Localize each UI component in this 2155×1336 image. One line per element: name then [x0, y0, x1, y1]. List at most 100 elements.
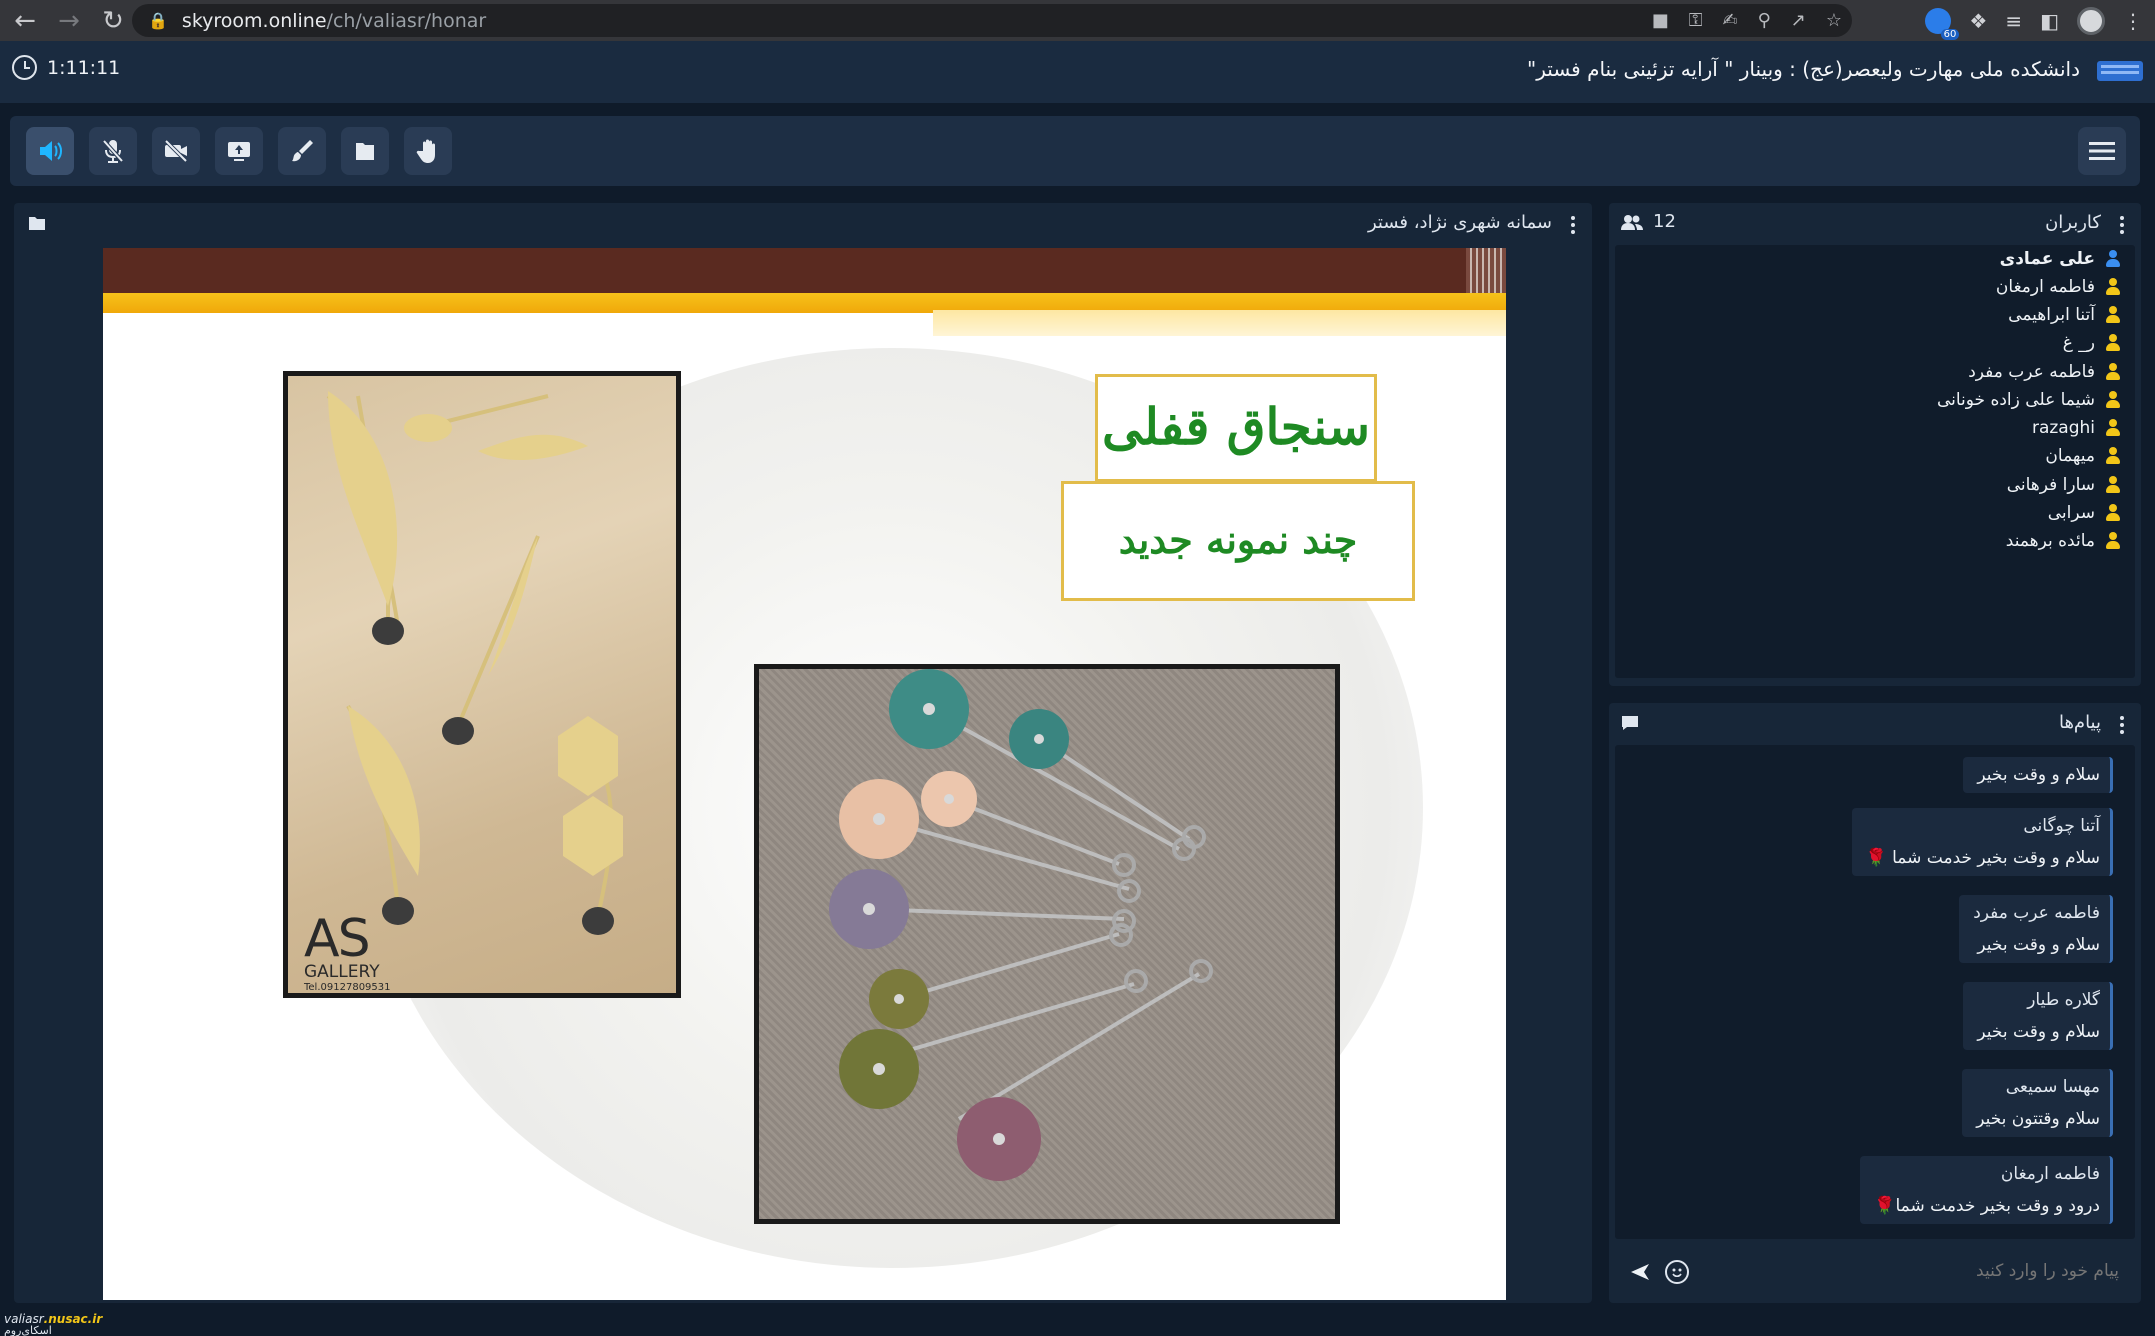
- hamburger-menu-icon: [2089, 142, 2115, 160]
- whiteboard-button[interactable]: [278, 127, 326, 175]
- user-row[interactable]: ر_ غ: [2063, 329, 2121, 357]
- users-panel-title: کاربران: [2045, 212, 2101, 233]
- timer-value: 1:11:11: [47, 56, 121, 79]
- translate-icon[interactable]: ✍: [1722, 10, 1737, 31]
- user-name: علی عمادی: [1999, 249, 2095, 269]
- puzzle-extensions-icon[interactable]: ❖: [1969, 9, 1987, 33]
- slide-light-band: [933, 310, 1506, 336]
- message-text: سلام و وقت بخیر: [1977, 1022, 2100, 1042]
- user-icon: [2105, 532, 2121, 550]
- message-sender: مهسا سمیعی: [2005, 1077, 2100, 1097]
- user-row[interactable]: سرابی: [2048, 499, 2121, 527]
- url-path: /ch/valiasr/honar: [326, 9, 487, 32]
- user-row[interactable]: علی عمادی: [2000, 245, 2121, 273]
- app-header: 1:11:11 دانشکده ملی مهارت ولیعصر(عج) : و…: [0, 41, 2155, 103]
- chat-message: فاطمه عرب مفرد سلام و وقت بخیر: [1959, 895, 2113, 963]
- camera-permission-icon[interactable]: ■: [1652, 10, 1669, 31]
- file-button[interactable]: [341, 127, 389, 175]
- message-sender: گلاره طیار: [2027, 990, 2100, 1010]
- message-sender: آتنا چوگانی: [2023, 816, 2100, 836]
- message-text: سلام و وقت بخیر خدمت شما 🌹: [1865, 848, 2100, 868]
- back-arrow-icon[interactable]: ←: [6, 2, 44, 40]
- message-text: درود و وقت بخیر خدمت شما🌹: [1874, 1196, 2100, 1216]
- raise-hand-icon: [416, 139, 435, 163]
- slide-title: سنجاق قفلی: [1095, 374, 1377, 482]
- reload-icon[interactable]: ↻: [94, 2, 132, 40]
- user-name: مائده برهمند: [2005, 531, 2095, 551]
- user-row[interactable]: razaghi: [2032, 414, 2121, 442]
- footer-brand: valiasr.nusac.ir اسکای‌روم: [4, 1312, 102, 1336]
- mic-off-icon: [102, 139, 124, 163]
- side-panel-icon[interactable]: ◧: [2040, 9, 2059, 33]
- user-row[interactable]: شیما علی زاده خونانی: [1937, 386, 2121, 414]
- user-icon: [2105, 363, 2121, 381]
- users-count: 12: [1621, 211, 1676, 232]
- microphone-button[interactable]: [89, 127, 137, 175]
- url-host: skyroom.online: [181, 9, 327, 32]
- message-input[interactable]: [1719, 1261, 2119, 1281]
- lock-icon: 🔒: [148, 11, 168, 30]
- user-row[interactable]: سارا فرهانی: [2007, 471, 2121, 499]
- user-name: فاطمه عرب مفرد: [1968, 362, 2095, 382]
- user-row[interactable]: فاطمه عرب مفرد: [1968, 358, 2121, 386]
- user-icon: [2105, 391, 2121, 409]
- emoji-icon[interactable]: [1665, 1260, 1689, 1284]
- user-name: سارا فرهانی: [2006, 475, 2095, 495]
- users-group-icon: [1621, 214, 1643, 230]
- presentation-header: سمانه شهری نژاد، فستر: [14, 203, 1592, 245]
- chat-message: آتنا چوگانی سلام و وقت بخیر خدمت شما 🌹: [1851, 808, 2113, 876]
- camera-button[interactable]: [152, 127, 200, 175]
- room-title: دانشکده ملی مهارت ولیعصر(عج) : وبینار " …: [1527, 57, 2080, 81]
- screen-share-icon: [228, 142, 250, 161]
- folder-icon[interactable]: [28, 215, 46, 231]
- user-row[interactable]: آتنا ابراهیمی: [2008, 301, 2121, 329]
- user-icon: [2105, 447, 2121, 465]
- user-icon: [2105, 476, 2121, 494]
- camera-off-icon: [164, 139, 188, 163]
- room-logo-icon: [2097, 61, 2143, 81]
- messages-options-icon[interactable]: [2119, 716, 2125, 734]
- message-text: سلام و وقت بخیر: [1977, 765, 2100, 785]
- browser-menu-icon[interactable]: ⋮: [2123, 9, 2143, 33]
- browser-toolbar: ← → ↻ 🔒 skyroom.online/ch/valiasr/honar …: [0, 0, 2155, 41]
- share-icon[interactable]: ↗: [1791, 10, 1806, 31]
- user-row[interactable]: مائده برهمند: [2006, 527, 2121, 555]
- speaker-button[interactable]: [26, 127, 74, 175]
- presentation-panel: سمانه شهری نژاد، فستر سنجاق قفلی چند نمو…: [14, 203, 1592, 1303]
- profile-avatar-icon[interactable]: [2077, 6, 2105, 35]
- flower-pins-photo: [754, 664, 1340, 1224]
- raise-hand-button[interactable]: [404, 127, 452, 175]
- user-name: فاطمه ارمغان: [1995, 277, 2095, 297]
- messages-panel-title: پیام‌ها: [2058, 712, 2101, 733]
- gallery-logo-word: GALLERY: [304, 962, 380, 982]
- message-text: سلام وقتتون بخیر: [1976, 1109, 2100, 1129]
- user-name: میهمان: [2045, 446, 2095, 466]
- send-icon[interactable]: [1629, 1261, 1651, 1283]
- user-row[interactable]: میهمان: [2045, 442, 2121, 470]
- extension-badge-icon[interactable]: 60: [1925, 7, 1960, 40]
- gold-pins-illustration: [326, 391, 623, 935]
- user-row[interactable]: فاطمه ارمغان: [1996, 273, 2121, 301]
- reading-list-icon[interactable]: ≡: [2005, 9, 2022, 33]
- message-text: سلام و وقت بخیر: [1977, 935, 2100, 955]
- zoom-icon[interactable]: ⚲: [1758, 10, 1771, 31]
- session-timer: 1:11:11: [12, 55, 120, 80]
- user-name: شیما علی زاده خونانی: [1936, 390, 2095, 410]
- forward-arrow-icon[interactable]: →: [50, 2, 88, 40]
- gallery-logo: AS GALLERY Tel.09127809531: [304, 913, 391, 993]
- file-icon: [356, 143, 374, 160]
- message-sender: فاطمه ارمغان: [2000, 1164, 2100, 1184]
- menu-button[interactable]: [2078, 127, 2126, 175]
- users-panel: 12 کاربران علی عمادی فاطمه ارمغان آتنا ابر…: [1609, 203, 2141, 686]
- bookmark-star-icon[interactable]: ☆: [1826, 10, 1842, 31]
- messages-panel: پیام‌ها سلام و وقت بخیر آتنا چوگانی سلام و…: [1609, 703, 2141, 1303]
- presentation-options-icon[interactable]: [1570, 216, 1576, 234]
- user-name: ر_ غ: [2062, 333, 2095, 353]
- address-bar[interactable]: 🔒 skyroom.online/ch/valiasr/honar ■ ⚿ ✍ …: [132, 4, 1852, 37]
- chat-message: فاطمه ارمغان درود و وقت بخیر خدمت شما🌹: [1860, 1156, 2113, 1224]
- users-options-icon[interactable]: [2119, 216, 2125, 234]
- screen-share-button[interactable]: [215, 127, 263, 175]
- clock-icon: [12, 55, 37, 80]
- key-icon[interactable]: ⚿: [1689, 10, 1703, 31]
- toolbar: [10, 116, 2140, 186]
